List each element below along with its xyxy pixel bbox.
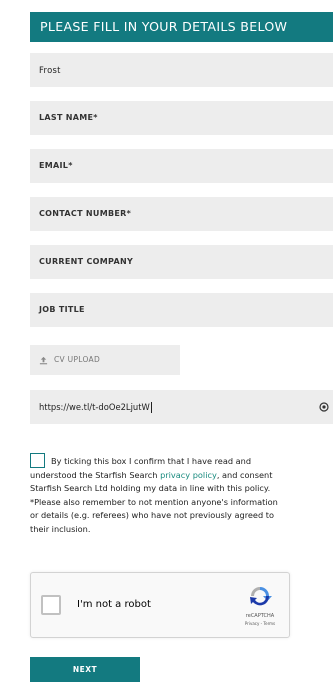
text-cursor [150,402,152,413]
recaptcha-label: I'm not a robot [77,599,151,610]
next-button[interactable]: NEXT [30,657,140,682]
job-title-placeholder: JOB TITLE [39,305,85,314]
current-company-placeholder: CURRENT COMPANY [39,257,134,266]
consent-line-5: or details (e.g. referees) who have not … [30,510,274,520]
recaptcha-links[interactable]: Privacy - Terms [243,621,277,626]
privacy-policy-link[interactable]: privacy policy [160,470,217,480]
consent-checkbox[interactable] [30,453,45,468]
current-company-field[interactable]: CURRENT COMPANY [30,245,333,279]
consent-line-1: By ticking this box I confirm that I hav… [51,456,252,466]
cv-upload-label: CV UPLOAD [54,355,101,364]
form-header: PLEASE FILL IN YOUR DETAILS BELOW [30,12,333,42]
recaptcha-brand: reCAPTCHA [245,613,275,619]
consent-line-2-pre: understood the Starfish Search [30,469,161,480]
consent-line-2-post: , and consent [216,469,273,480]
form-header-title: PLEASE FILL IN YOUR DETAILS BELOW [40,19,288,34]
first-name-value: Frost [39,65,61,75]
recaptcha-icon [250,587,272,606]
url-input[interactable]: https://we.tl/t-doOe2LjutW [30,390,333,424]
password-reveal-icon[interactable] [319,402,329,412]
upload-icon [39,356,48,364]
last-name-field[interactable]: LAST NAME* [30,101,333,135]
contact-number-placeholder: CONTACT NUMBER* [39,209,132,218]
recaptcha-checkbox[interactable] [41,595,61,615]
cv-upload-button[interactable]: CV UPLOAD [30,345,180,375]
consent-line-4: *Please also remember to not mention any… [30,496,278,507]
url-input-value: https://we.tl/t-doOe2LjutW [39,402,150,412]
consent-line-6: their inclusion. [30,523,91,534]
consent-section: By ticking this box I confirm that I hav… [30,453,333,536]
first-name-field[interactable]: Frost [30,53,333,87]
email-field[interactable]: EMAIL* [30,149,333,183]
recaptcha-logo: reCAPTCHA Privacy - Terms [243,585,277,626]
email-placeholder: EMAIL* [39,161,73,170]
contact-number-field[interactable]: CONTACT NUMBER* [30,197,333,231]
last-name-placeholder: LAST NAME* [39,113,98,122]
recaptcha-widget: I'm not a robot reCAPTCHA Privacy - Term… [30,572,290,638]
job-title-field[interactable]: JOB TITLE [30,293,333,327]
consent-line-3: Starfish Search Ltd holding my data in l… [30,483,271,493]
